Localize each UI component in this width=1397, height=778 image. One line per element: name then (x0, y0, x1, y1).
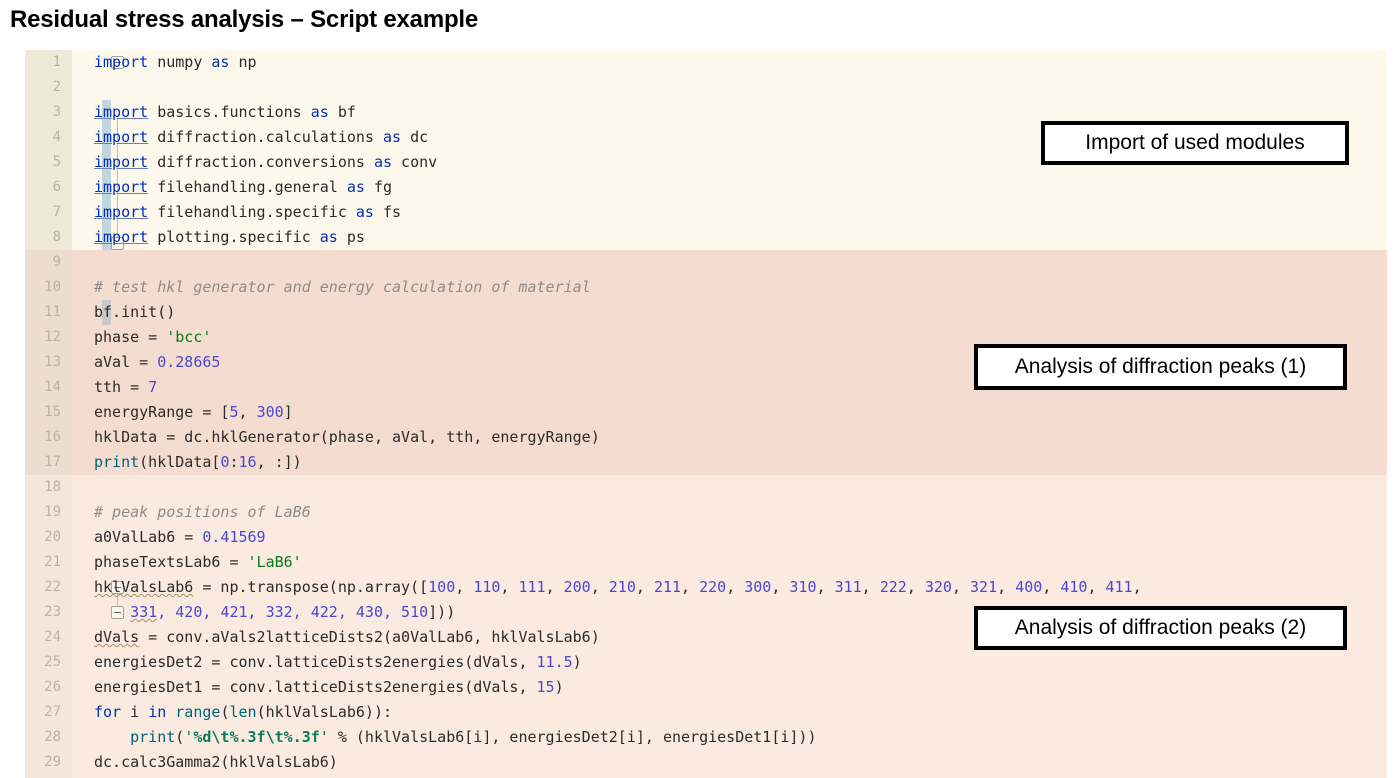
line-number: 29 (44, 754, 61, 770)
line-number: 16 (44, 429, 61, 445)
code-line[interactable]: 17 print(hklData[0:16, :]) (25, 450, 1387, 475)
code-line[interactable]: 26 energiesDet1 = conv.latticeDists2ener… (25, 675, 1387, 700)
code-line-text: # peak positions of LaB6 (94, 503, 311, 521)
callout-import-modules: Import of used modules (1041, 121, 1349, 165)
line-number: 13 (44, 354, 61, 370)
code-line-text: import filehandling.specific as fs (94, 203, 402, 221)
line-number: 26 (44, 679, 61, 695)
code-line-text: 331, 420, 421, 332, 422, 430, 510])) (130, 603, 456, 621)
line-number: 22 (44, 579, 61, 595)
code-line-text: import filehandling.general as fg (94, 178, 393, 196)
line-number: 21 (44, 554, 61, 570)
code-line[interactable]: 21 phaseTextsLab6 = 'LaB6' (25, 550, 1387, 575)
code-line[interactable]: 28 print('%d\t%.3f\t%.3f' % (hklValsLab6… (25, 725, 1387, 750)
line-number: 20 (44, 529, 61, 545)
line-number: 28 (44, 729, 61, 745)
code-line-text: a0ValLab6 = 0.41569 (94, 528, 266, 546)
code-line[interactable]: 16 hklData = dc.hklGenerator(phase, aVal… (25, 425, 1387, 450)
code-line[interactable]: 19 # peak positions of LaB6 (25, 500, 1387, 525)
code-line[interactable]: 27 for i in range(len(hklValsLab6)): (25, 700, 1387, 725)
line-number: 7 (52, 204, 61, 220)
code-line[interactable]: 20 a0ValLab6 = 0.41569 (25, 525, 1387, 550)
line-number: 23 (44, 604, 61, 620)
callout-analysis-1: Analysis of diffraction peaks (1) (974, 344, 1347, 390)
line-number: 19 (44, 504, 61, 520)
line-number: 3 (52, 104, 61, 120)
code-line-text: import numpy as np (94, 53, 257, 71)
code-line-text: print(hklData[0:16, :]) (94, 453, 302, 471)
code-line[interactable]: 2 (25, 75, 1387, 100)
line-number: 9 (52, 254, 61, 270)
code-line-text: dVals = conv.aVals2latticeDists2(a0ValLa… (94, 628, 600, 646)
page-title: Residual stress analysis – Script exampl… (10, 6, 479, 33)
code-line[interactable]: 10 # test hkl generator and energy calcu… (25, 275, 1387, 300)
code-line-text: import plotting.specific as ps (94, 228, 365, 246)
code-line[interactable]: 7 import filehandling.specific as fs (25, 200, 1387, 225)
code-line-text: hklValsLab6 = np.transpose(np.array([100… (94, 578, 1142, 596)
code-line[interactable]: 9 (25, 250, 1387, 275)
code-line-text: energiesDet2 = conv.latticeDists2energie… (94, 653, 582, 671)
line-number: 4 (52, 129, 61, 145)
code-line-text: dc.calc3Gamma2(hklValsLab6) (94, 753, 338, 771)
line-number: 12 (44, 329, 61, 345)
code-line[interactable]: 6 import filehandling.general as fg (25, 175, 1387, 200)
code-line[interactable]: 25 energiesDet2 = conv.latticeDists2ener… (25, 650, 1387, 675)
code-line-text: import diffraction.calculations as dc (94, 128, 429, 146)
code-line-text: import basics.functions as bf (94, 103, 356, 121)
code-line[interactable]: 8 import plotting.specific as ps (25, 225, 1387, 250)
code-line[interactable]: 1 import numpy as np (25, 50, 1387, 75)
code-line-text: energyRange = [5, 300] (94, 403, 293, 421)
code-line-text: phase = 'bcc' (94, 328, 212, 346)
code-line[interactable]: 18 (25, 475, 1387, 500)
line-number: 25 (44, 654, 61, 670)
code-line[interactable]: 11 bf.init() (25, 300, 1387, 325)
line-number: 1 (52, 54, 61, 70)
line-number: 18 (44, 479, 61, 495)
code-line[interactable]: 29 dc.calc3Gamma2(hklValsLab6) (25, 750, 1387, 775)
code-line[interactable]: 15 energyRange = [5, 300] (25, 400, 1387, 425)
code-line-text: bf.init() (94, 303, 176, 321)
code-line-text: hklData = dc.hklGenerator(phase, aVal, t… (94, 428, 600, 446)
line-number: 5 (52, 154, 61, 170)
callout-analysis-2: Analysis of diffraction peaks (2) (974, 606, 1347, 650)
line-number: 10 (44, 279, 61, 295)
code-line-text: tth = 7 (94, 378, 158, 396)
code-line-text: phaseTextsLab6 = 'LaB6' (94, 553, 302, 571)
code-line-text: import diffraction.conversions as conv (94, 153, 438, 171)
line-number: 17 (44, 454, 61, 470)
code-line[interactable]: 22 hklValsLab6 = np.transpose(np.array([… (25, 575, 1387, 600)
code-line-text: for i in range(len(hklValsLab6)): (94, 703, 393, 721)
line-number: 27 (44, 704, 61, 720)
code-line-text: aVal = 0.28665 (94, 353, 221, 371)
code-line-text: energiesDet1 = conv.latticeDists2energie… (94, 678, 564, 696)
line-number: 8 (52, 229, 61, 245)
line-number: 2 (52, 79, 61, 95)
line-number: 15 (44, 404, 61, 420)
code-line-text: # test hkl generator and energy calculat… (94, 278, 591, 296)
code-line-text: print('%d\t%.3f\t%.3f' % (hklValsLab6[i]… (130, 728, 817, 746)
line-number: 6 (52, 179, 61, 195)
line-number: 11 (44, 304, 61, 320)
line-number: 14 (44, 379, 61, 395)
line-number: 24 (44, 629, 61, 645)
